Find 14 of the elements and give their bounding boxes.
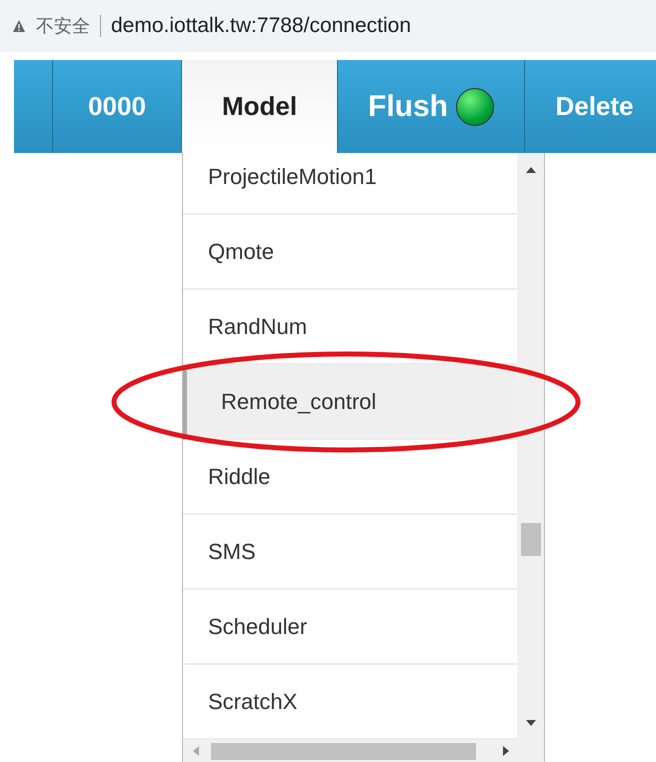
scrollbar-thumb[interactable] — [211, 743, 476, 760]
down-arrow-icon[interactable] — [526, 720, 536, 726]
dropdown-item[interactable]: Remote_control — [183, 365, 517, 440]
nav-tab[interactable] — [14, 60, 53, 153]
scrollbar-thumb[interactable] — [521, 523, 541, 556]
security-label: 不安全 — [36, 14, 90, 38]
url-text[interactable]: demo.iottalk.tw:7788/connection — [111, 10, 412, 42]
up-arrow-icon[interactable] — [526, 167, 536, 173]
left-arrow-icon[interactable] — [193, 746, 199, 756]
warning-icon — [12, 19, 26, 33]
horizontal-scrollbar[interactable] — [183, 740, 544, 762]
nav-tab[interactable]: Model — [182, 60, 338, 153]
vertical-scrollbar[interactable] — [517, 153, 544, 740]
right-arrow-icon[interactable] — [503, 746, 509, 756]
